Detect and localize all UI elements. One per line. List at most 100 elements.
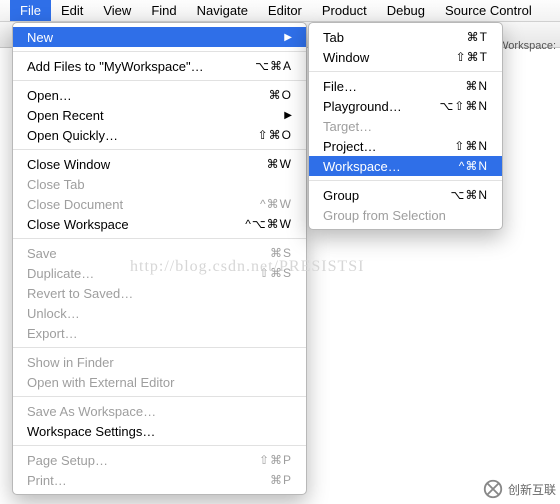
menu-item-label: Group from Selection	[323, 208, 488, 223]
menu-item-label: Window	[323, 50, 448, 65]
file-menu-item-new[interactable]: New ▶	[13, 27, 306, 47]
menu-item-label: New	[27, 30, 276, 45]
file-menu-item-save: Save ⌘S	[13, 243, 306, 263]
file-menu-item-separator	[13, 51, 306, 52]
keyboard-shortcut: ⌘O	[269, 88, 292, 102]
file-menu-item-open-quickly[interactable]: Open Quickly…⇧⌘O	[13, 125, 306, 145]
menu-item-label: Target…	[323, 119, 488, 134]
new-submenu-item-separator	[309, 71, 502, 72]
menu-item-label: Close Document	[27, 197, 252, 212]
file-menu-item-close-window[interactable]: Close Window ⌘W	[13, 154, 306, 174]
keyboard-shortcut: ⌘W	[267, 157, 292, 171]
keyboard-shortcut: ⌥⌘N	[451, 188, 489, 202]
file-menu-item-revert: Revert to Saved…	[13, 283, 306, 303]
menu-item-label: Add Files to "MyWorkspace"…	[27, 59, 247, 74]
file-menu-item-duplicate: Duplicate… ⇧⌘S	[13, 263, 306, 283]
file-menu-item-separator	[13, 238, 306, 239]
menu-item-label: Open with External Editor	[27, 375, 292, 390]
keyboard-shortcut: ⇧⌘S	[259, 266, 292, 280]
file-menu-item-show-finder: Show in Finder	[13, 352, 306, 372]
file-menu-item-separator	[13, 149, 306, 150]
logo-text: 创新互联	[508, 481, 556, 498]
file-menu-item-separator	[13, 80, 306, 81]
menubar-item-debug[interactable]: Debug	[377, 0, 435, 21]
file-menu-item-open[interactable]: Open… ⌘O	[13, 85, 306, 105]
new-submenu-item-file[interactable]: File… ⌘N	[309, 76, 502, 96]
menu-item-label: File…	[323, 79, 457, 94]
menu-item-label: Save	[27, 246, 262, 261]
file-menu-item-unlock: Unlock…	[13, 303, 306, 323]
menubar-item-find[interactable]: Find	[141, 0, 186, 21]
new-submenu-item-group[interactable]: Group ⌥⌘N	[309, 185, 502, 205]
new-submenu: Tab ⌘T Window ⇧⌘T File… ⌘N Playground… ⌥⇧⌘N Targ…	[308, 22, 503, 230]
menubar-item-product[interactable]: Product	[312, 0, 377, 21]
keyboard-shortcut: ⌘T	[467, 30, 488, 44]
menubar-item-source-control[interactable]: Source Control	[435, 0, 542, 21]
keyboard-shortcut: ⇧⌘P	[259, 453, 292, 467]
file-menu-item-close-tab: Close Tab	[13, 174, 306, 194]
file-menu-item-separator	[13, 445, 306, 446]
menubar: FileEditViewFindNavigateEditorProductDeb…	[0, 0, 560, 22]
keyboard-shortcut: ⌘N	[465, 79, 488, 93]
submenu-arrow-icon: ▶	[284, 32, 292, 43]
menu-item-label: Save As Workspace…	[27, 404, 292, 419]
menu-item-label: Close Window	[27, 157, 259, 172]
file-menu-item-separator	[13, 347, 306, 348]
keyboard-shortcut: ⇧⌘T	[456, 50, 488, 64]
keyboard-shortcut: ^⌘N	[459, 159, 488, 173]
file-menu-item-open-recent[interactable]: Open Recent ▶	[13, 105, 306, 125]
menu-item-label: Group	[323, 188, 443, 203]
new-submenu-item-window[interactable]: Window ⇧⌘T	[309, 47, 502, 67]
file-menu-item-separator	[13, 396, 306, 397]
menu-item-label: Export…	[27, 326, 292, 341]
menu-item-label: Open…	[27, 88, 261, 103]
menu-item-label: Duplicate…	[27, 266, 251, 281]
workspace-remark: Workspace:	[498, 40, 556, 52]
menu-item-label: Project…	[323, 139, 446, 154]
new-submenu-item-tab[interactable]: Tab ⌘T	[309, 27, 502, 47]
keyboard-shortcut: ⇧⌘O	[258, 128, 292, 142]
new-submenu-item-playground[interactable]: Playground… ⌥⇧⌘N	[309, 96, 502, 116]
menubar-item-view[interactable]: View	[93, 0, 141, 21]
menu-item-label: Close Tab	[27, 177, 292, 192]
menubar-item-navigate[interactable]: Navigate	[187, 0, 258, 21]
new-submenu-item-workspace[interactable]: Workspace… ^⌘N	[309, 156, 502, 176]
menu-item-label: Page Setup…	[27, 453, 251, 468]
keyboard-shortcut: ⌘P	[270, 473, 292, 487]
menubar-item-edit[interactable]: Edit	[51, 0, 93, 21]
file-menu-item-close-workspace[interactable]: Close Workspace ^⌥⌘W	[13, 214, 306, 234]
file-menu: New ▶ Add Files to "MyWorkspace"… ⌥⌘A Open… ⌘…	[12, 22, 307, 495]
file-menu-item-open-external: Open with External Editor	[13, 372, 306, 392]
submenu-arrow-icon: ▶	[284, 110, 292, 121]
menu-item-label: Print…	[27, 473, 262, 488]
new-submenu-item-project[interactable]: Project… ⇧⌘N	[309, 136, 502, 156]
keyboard-shortcut: ⇧⌘N	[454, 139, 488, 153]
brand-logo: 创新互联	[482, 478, 556, 500]
file-menu-item-close-document: Close Document ^⌘W	[13, 194, 306, 214]
menubar-item-file[interactable]: File	[10, 0, 51, 21]
menu-item-label: Tab	[323, 30, 459, 45]
menubar-item-editor[interactable]: Editor	[258, 0, 312, 21]
menu-item-label: Workspace Settings…	[27, 424, 292, 439]
keyboard-shortcut: ⌥⇧⌘N	[439, 99, 488, 113]
new-submenu-item-separator	[309, 180, 502, 181]
menu-item-label: Revert to Saved…	[27, 286, 292, 301]
keyboard-shortcut: ⌥⌘A	[255, 59, 292, 73]
keyboard-shortcut: ^⌘W	[260, 197, 292, 211]
menu-item-label: Unlock…	[27, 306, 292, 321]
menu-item-label: Workspace…	[323, 159, 451, 174]
file-menu-item-page-setup: Page Setup… ⇧⌘P	[13, 450, 306, 470]
new-submenu-item-target: Target…	[309, 116, 502, 136]
file-menu-item-save-as-ws: Save As Workspace…	[13, 401, 306, 421]
menu-item-label: Close Workspace	[27, 217, 237, 232]
menu-item-label: Open Recent	[27, 108, 276, 123]
menu-item-label: Show in Finder	[27, 355, 292, 370]
new-submenu-item-group-sel: Group from Selection	[309, 205, 502, 225]
keyboard-shortcut: ^⌥⌘W	[245, 217, 292, 231]
menu-item-label: Playground…	[323, 99, 431, 114]
logo-icon	[482, 478, 504, 500]
file-menu-item-export: Export…	[13, 323, 306, 343]
keyboard-shortcut: ⌘S	[270, 246, 292, 260]
file-menu-item-add-files[interactable]: Add Files to "MyWorkspace"… ⌥⌘A	[13, 56, 306, 76]
file-menu-item-ws-settings[interactable]: Workspace Settings…	[13, 421, 306, 441]
